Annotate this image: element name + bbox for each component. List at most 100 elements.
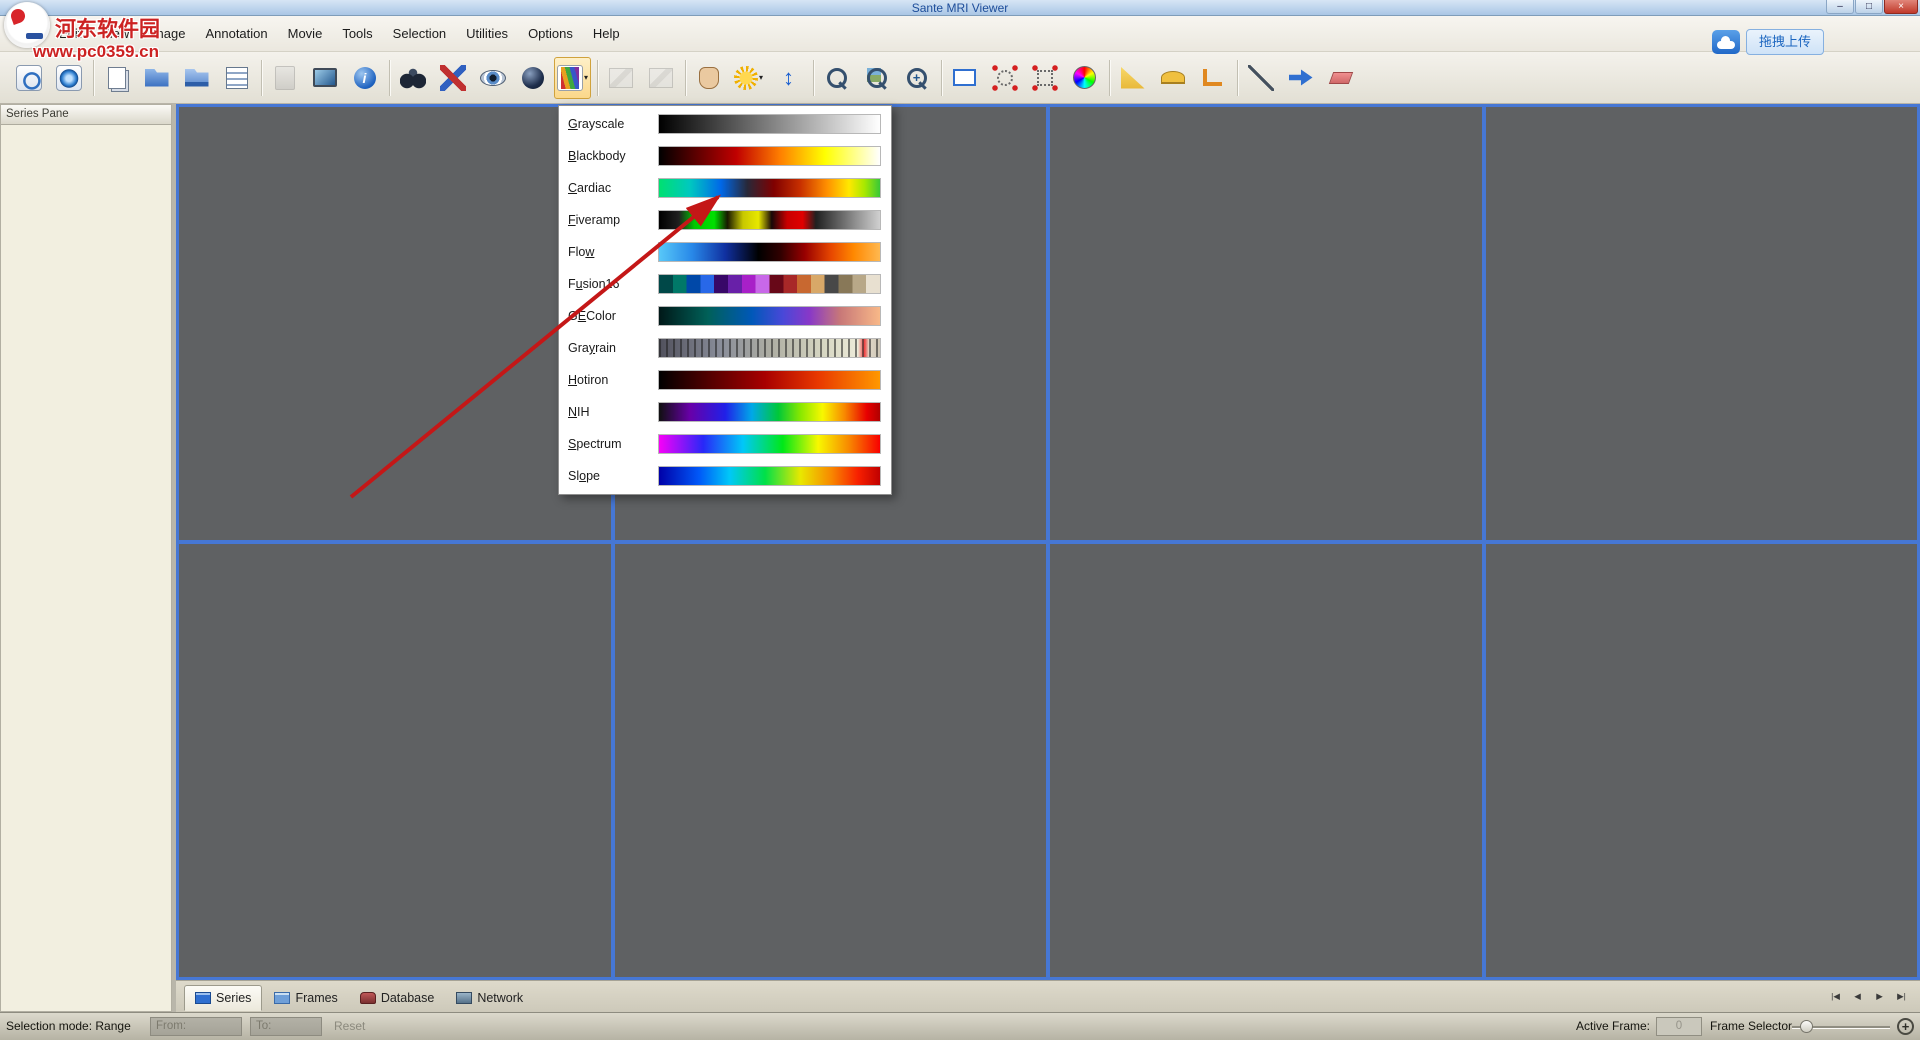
viewer-cell-0[interactable]	[179, 107, 611, 540]
menu-image[interactable]: Image	[139, 22, 195, 45]
draw-line-button[interactable]	[1242, 57, 1279, 99]
selection-mode-label: Selection mode: Range	[6, 1019, 131, 1033]
palette-option-slope[interactable]: Slope	[559, 460, 891, 492]
open-web-button[interactable]	[50, 57, 87, 99]
palette-option-gecolor[interactable]: GEColor	[559, 300, 891, 332]
paste-button	[266, 57, 303, 99]
palette-option-nih[interactable]: NIH	[559, 396, 891, 428]
palette-option-grayrain[interactable]: Grayrain	[559, 332, 891, 364]
menu-edit[interactable]: Edit	[49, 22, 91, 45]
rect-select-button[interactable]	[946, 57, 983, 99]
palette-option-label: Grayrain	[568, 341, 650, 355]
roi-ellipse-button[interactable]	[986, 57, 1023, 99]
palette-option-label: Cardiac	[568, 181, 650, 195]
zoom-region-button[interactable]	[858, 57, 895, 99]
pan-button[interactable]	[690, 57, 727, 99]
viewer-cell-7[interactable]	[1486, 544, 1918, 977]
ruler-button[interactable]	[1114, 57, 1151, 99]
palette-option-label: Blackbody	[568, 149, 650, 163]
palette-option-hotiron[interactable]: Hotiron	[559, 364, 891, 396]
minimize-button[interactable]: –	[1826, 0, 1854, 14]
active-frame-value: 0	[1656, 1017, 1702, 1036]
mag-plus-icon: +	[904, 65, 930, 91]
palette-option-fusion16[interactable]: Fusion16	[559, 268, 891, 300]
frame-selector-knob[interactable]	[1800, 1020, 1813, 1033]
protractor-button[interactable]	[1154, 57, 1191, 99]
viewer-cell-4[interactable]	[179, 544, 611, 977]
tab-label: Database	[381, 991, 435, 1005]
reset-button: Reset	[334, 1019, 365, 1033]
palette-swatch	[658, 178, 881, 198]
roi-circle-icon	[992, 65, 1018, 91]
bottom-tab-bar: SeriesFrames Database Network |◀ ◀ ▶ ▶|	[176, 980, 1920, 1012]
media-nav-button-2[interactable]: ▶	[1871, 989, 1888, 1004]
zoom-button[interactable]	[818, 57, 855, 99]
palette-swatch	[658, 146, 881, 166]
flip-vertical-button[interactable]: ↕	[770, 57, 807, 99]
media-nav-button-0[interactable]: |◀	[1827, 989, 1844, 1004]
series-pane-title: Series Pane	[1, 105, 171, 125]
tab-database[interactable]: Database	[350, 985, 445, 1011]
palette-option-cardiac[interactable]: Cardiac	[559, 172, 891, 204]
eraser-button[interactable]	[1322, 57, 1359, 99]
copy-button[interactable]	[98, 57, 135, 99]
zoom-plus-button[interactable]: +	[1897, 1018, 1914, 1035]
menu-utilities[interactable]: Utilities	[456, 22, 518, 45]
display-settings-button[interactable]	[306, 57, 343, 99]
draw-arrow-button[interactable]	[1282, 57, 1319, 99]
viewer-cell-5[interactable]	[615, 544, 1047, 977]
color-palette-button[interactable]: ▾	[554, 57, 591, 99]
palette-option-spectrum[interactable]: Spectrum	[559, 428, 891, 460]
to-field: To:	[250, 1017, 322, 1036]
magnifier-button[interactable]: +	[898, 57, 935, 99]
menu-options[interactable]: Options	[518, 22, 583, 45]
roi-rect-button[interactable]	[1026, 57, 1063, 99]
palette-option-fiveramp[interactable]: Fiveramp	[559, 204, 891, 236]
palette-option-flow[interactable]: Flow	[559, 236, 891, 268]
eraser-icon	[1328, 72, 1352, 84]
menu-movie[interactable]: Movie	[278, 22, 333, 45]
menu-annotation[interactable]: Annotation	[195, 22, 277, 45]
palette-option-grayscale[interactable]: Grayscale	[559, 108, 891, 140]
render-3d-button[interactable]	[514, 57, 551, 99]
view-button[interactable]	[474, 57, 511, 99]
drag-upload-button[interactable]: 拖拽上传	[1746, 29, 1824, 55]
tab-series[interactable]: Series	[184, 985, 262, 1011]
tab-frames[interactable]: Frames	[264, 985, 347, 1011]
arrow-icon	[1289, 68, 1313, 88]
open-image-button[interactable]	[10, 57, 47, 99]
media-nav-button-3[interactable]: ▶|	[1893, 989, 1910, 1004]
search-button[interactable]	[394, 57, 431, 99]
palette-swatch	[658, 242, 881, 262]
info-button[interactable]: i	[346, 57, 383, 99]
palette-icon	[557, 65, 583, 91]
dropdown-arrow-icon: ▾	[759, 73, 763, 82]
palette-swatch	[658, 434, 881, 454]
media-nav-button-1[interactable]: ◀	[1849, 989, 1866, 1004]
toolbar-separator	[597, 60, 599, 96]
viewer-cell-3[interactable]	[1486, 107, 1918, 540]
menu-tools[interactable]: Tools	[332, 22, 382, 45]
network-icon	[456, 992, 472, 1004]
maximize-button[interactable]: □	[1855, 0, 1883, 14]
palette-option-blackbody[interactable]: Blackbody	[559, 140, 891, 172]
menu-selection[interactable]: Selection	[383, 22, 456, 45]
wheel-icon	[1073, 66, 1096, 89]
menu-help[interactable]: Help	[583, 22, 630, 45]
brightness-button[interactable]: ▾	[730, 57, 767, 99]
viewer-cell-6[interactable]	[1050, 544, 1482, 977]
viewer-cell-2[interactable]	[1050, 107, 1482, 540]
open-folder-button[interactable]	[138, 57, 175, 99]
thumbnail-list-button[interactable]	[218, 57, 255, 99]
close-button[interactable]: ×	[1884, 0, 1918, 14]
color-wheel-button[interactable]	[1066, 57, 1103, 99]
tools-button[interactable]	[434, 57, 471, 99]
line-icon	[1248, 65, 1274, 91]
angle-button[interactable]	[1194, 57, 1231, 99]
palette-swatch	[658, 338, 881, 358]
palette-dropdown: Grayscale Blackbody Cardiac FiverampFlowFus…	[558, 105, 892, 495]
tab-network[interactable]: Network	[446, 985, 533, 1011]
folders-button[interactable]	[178, 57, 215, 99]
menu-file[interactable]: File	[8, 22, 49, 45]
menu-view[interactable]: View	[91, 22, 139, 45]
